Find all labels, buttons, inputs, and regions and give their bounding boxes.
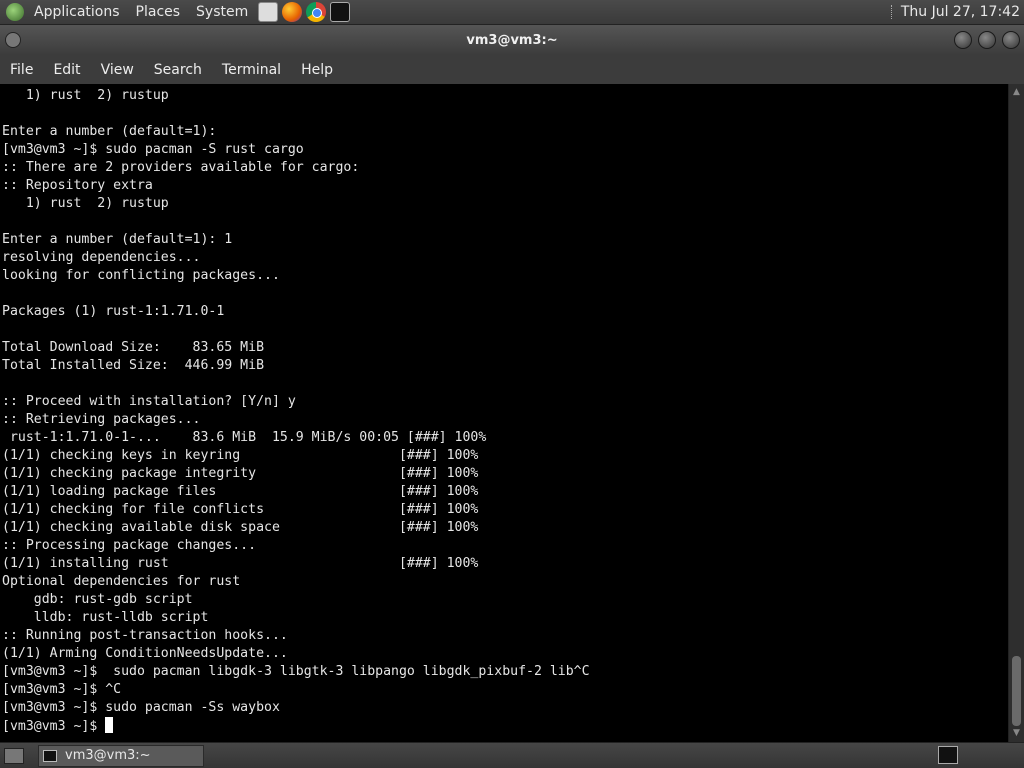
terminal-scrollbar[interactable]: ▲ ▼ — [1008, 84, 1024, 742]
files-icon[interactable] — [258, 2, 279, 22]
clock[interactable]: Thu Jul 27, 17:42 — [901, 4, 1024, 20]
taskbar-window-label: vm3@vm3:~ — [65, 748, 151, 763]
terminal-line: Enter a number (default=1): — [2, 124, 217, 139]
scroll-down-arrow-icon[interactable]: ▼ — [1012, 729, 1021, 738]
scrollbar-thumb[interactable] — [1012, 656, 1021, 726]
terminal-line: (1/1) checking keys in keyring [###] 100… — [2, 448, 479, 463]
terminal-line: (1/1) loading package files [###] 100% — [2, 484, 479, 499]
menu-file[interactable]: File — [0, 62, 43, 78]
terminal-line: [vm3@vm3 ~]$ sudo pacman libgdk-3 libgtk… — [2, 664, 590, 679]
terminal-line: Total Download Size: 83.65 MiB — [2, 340, 265, 355]
terminal-line: :: Proceed with installation? [Y/n] y — [2, 394, 296, 409]
terminal-line: [vm3@vm3 ~]$ sudo pacman -S rust cargo — [2, 142, 304, 157]
terminal-line: (1/1) installing rust [###] 100% — [2, 556, 479, 571]
terminal-line: 1) rust 2) rustup — [2, 88, 169, 103]
terminal-output[interactable]: 1) rust 2) rustup Enter a number (defaul… — [0, 84, 1008, 742]
chrome-icon[interactable] — [306, 2, 327, 22]
terminal-prompt: [vm3@vm3 ~]$ — [2, 719, 106, 734]
terminal-line: Packages (1) rust-1:1.71.0-1 — [2, 304, 225, 319]
terminal-line: Total Installed Size: 446.99 MiB — [2, 358, 265, 373]
terminal-prompt-line[interactable]: [vm3@vm3 ~]$ — [2, 717, 1008, 735]
window-title: vm3@vm3:~ — [466, 32, 558, 48]
terminal-line: Enter a number (default=1): 1 — [2, 232, 233, 247]
places-menu[interactable]: Places — [128, 4, 189, 20]
menu-search[interactable]: Search — [144, 62, 212, 78]
terminal-line: (1/1) checking package integrity [###] 1… — [2, 466, 479, 481]
workspace-switcher-icon[interactable] — [938, 746, 958, 764]
terminal-line: Optional dependencies for rust — [2, 574, 241, 589]
firefox-icon[interactable] — [282, 2, 303, 22]
applications-logo-icon[interactable] — [6, 3, 24, 21]
applications-menu[interactable]: Applications — [26, 4, 128, 20]
menu-terminal[interactable]: Terminal — [212, 62, 291, 78]
terminal-line: rust-1:1.71.0-1-... 83.6 MiB 15.9 MiB/s … — [2, 430, 487, 445]
top-panel: Applications Places System Thu Jul 27, 1… — [0, 0, 1024, 25]
text-cursor — [105, 717, 114, 733]
taskbar-window-button[interactable]: vm3@vm3:~ — [38, 744, 204, 767]
close-button[interactable] — [1002, 31, 1020, 49]
maximize-button[interactable] — [978, 31, 996, 49]
window-menu-icon[interactable] — [5, 32, 21, 48]
panel-handle-icon — [890, 5, 895, 19]
system-menu[interactable]: System — [188, 4, 256, 20]
menu-view[interactable]: View — [91, 62, 144, 78]
terminal-line: :: Processing package changes... — [2, 538, 257, 553]
terminal-line: lldb: rust-lldb script — [2, 610, 209, 625]
terminal-line: gdb: rust-gdb script — [2, 592, 193, 607]
terminal-menubar: File Edit View Search Terminal Help — [0, 55, 1024, 84]
bottom-panel: vm3@vm3:~ — [0, 742, 1024, 768]
terminal-line: (1/1) Arming ConditionNeedsUpdate... — [2, 646, 288, 661]
scroll-up-arrow-icon[interactable]: ▲ — [1012, 88, 1021, 97]
minimize-button[interactable] — [954, 31, 972, 49]
terminal-line: resolving dependencies... — [2, 250, 201, 265]
terminal-line: 1) rust 2) rustup — [2, 196, 169, 211]
terminal-line: (1/1) checking for file conflicts [###] … — [2, 502, 479, 517]
show-desktop-icon[interactable] — [4, 747, 24, 764]
window-titlebar[interactable]: vm3@vm3:~ — [0, 25, 1024, 55]
menu-help[interactable]: Help — [291, 62, 343, 78]
terminal-line: :: Retrieving packages... — [2, 412, 201, 427]
terminal-line: :: Running post-transaction hooks... — [2, 628, 288, 643]
terminal-line: :: Repository extra — [2, 178, 153, 193]
terminal-line: looking for conflicting packages... — [2, 268, 280, 283]
terminal-window-icon — [43, 749, 57, 762]
terminal-line: [vm3@vm3 ~]$ ^C — [2, 682, 122, 697]
terminal-line: [vm3@vm3 ~]$ sudo pacman -Ss waybox — [2, 700, 280, 715]
terminal-line: :: There are 2 providers available for c… — [2, 160, 360, 175]
terminal-icon[interactable] — [330, 2, 351, 22]
terminal-line: (1/1) checking available disk space [###… — [2, 520, 479, 535]
menu-edit[interactable]: Edit — [43, 62, 90, 78]
